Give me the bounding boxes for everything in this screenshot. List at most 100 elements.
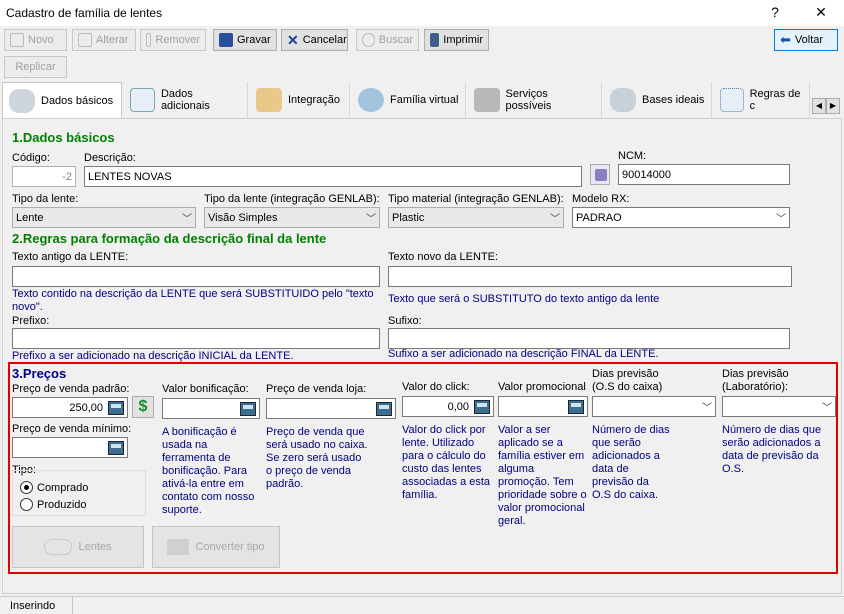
tab-scroll-right[interactable]: ▶: [826, 98, 840, 114]
dias-lab-hint: Número de dias que serão adicionados a d…: [722, 424, 822, 475]
tab-regras[interactable]: Regras de c: [714, 82, 810, 118]
valor-bonificacao-field[interactable]: [162, 398, 260, 419]
chevron-down-icon: ﹀: [366, 214, 376, 225]
section-dados-basicos-title: 1.Dados básicos: [12, 130, 115, 145]
cancel-x-icon: ✕: [287, 32, 299, 48]
close-button[interactable]: ✕: [806, 4, 836, 21]
save-icon: [219, 33, 233, 47]
radio-produzido[interactable]: Produzido: [20, 498, 87, 511]
valor-bonificacao-label: Valor bonificação:: [162, 383, 249, 395]
modelo-label: Modelo RX:: [572, 193, 630, 205]
sufixo-hint: Sufixo a ser adicionado na descrição FIN…: [388, 348, 659, 360]
tipo-lente-select[interactable]: Lente ﹀: [12, 207, 196, 228]
title-bar: Cadastro de família de lentes ? ✕: [0, 0, 844, 26]
tab-integracao[interactable]: Integração: [250, 82, 350, 118]
buscar-button[interactable]: Buscar: [356, 29, 419, 51]
remover-button[interactable]: Remover: [140, 29, 206, 51]
tipo-genlab-select[interactable]: Visão Simples ﹀: [204, 207, 380, 228]
descricao-field[interactable]: LENTES NOVAS: [84, 166, 582, 187]
dias-lab-label-1: Dias previsão: [722, 368, 789, 380]
imprimir-button[interactable]: Imprimir: [424, 29, 489, 51]
codigo-field[interactable]: -2: [12, 166, 76, 187]
new-doc-icon: [10, 33, 24, 47]
sufixo-field[interactable]: [388, 328, 790, 349]
chevron-down-icon: ﹀: [550, 214, 560, 225]
valor-promocional-hint: Valor a ser aplicado se a família estive…: [498, 424, 587, 527]
dias-caixa-label-1: Dias previsão: [592, 368, 659, 380]
texto-novo-field[interactable]: [388, 266, 792, 287]
dias-caixa-hint: Número de dias que serão adicionados a d…: [592, 424, 670, 501]
valor-promocional-field[interactable]: [498, 396, 588, 417]
texto-antigo-label: Texto antigo da LENTE:: [12, 251, 129, 263]
preco-venda-loja-label: Preço de venda loja:: [266, 383, 367, 395]
modelo-select[interactable]: PADRAO ﹀: [572, 207, 790, 228]
dias-lab-select[interactable]: ﹀: [722, 396, 836, 417]
preco-venda-loja-field[interactable]: [266, 398, 396, 419]
prefixo-field[interactable]: [12, 328, 380, 349]
texto-antigo-hint: Texto contido na descrição da LENTE que …: [12, 288, 374, 313]
calculator-icon[interactable]: [376, 402, 392, 416]
translate-button[interactable]: [590, 164, 610, 185]
radio-comprado[interactable]: Comprado: [20, 481, 88, 494]
converter-tipo-button[interactable]: Converter tipo: [152, 526, 280, 568]
back-arrow-icon: ⬅: [780, 32, 791, 47]
calculator-icon[interactable]: [474, 400, 490, 414]
tab-servicos-possiveis[interactable]: Serviços possíveis: [468, 82, 602, 118]
tab-bases-ideais[interactable]: Bases ideais: [604, 82, 712, 118]
preco-venda-minimo-label: Preço de venda mínimo:: [12, 423, 132, 435]
printer-icon: [430, 33, 440, 47]
material-select[interactable]: Plastic ﹀: [388, 207, 564, 228]
calculator-icon[interactable]: [108, 401, 124, 415]
texto-novo-hint: Texto que será o SUBSTITUTO do texto ant…: [388, 293, 660, 305]
texto-antigo-field[interactable]: [12, 266, 380, 287]
eye-icon: [358, 88, 384, 112]
sufixo-label: Sufixo:: [388, 315, 422, 327]
preco-venda-minimo-field[interactable]: [12, 437, 128, 458]
valor-click-hint: Valor do click por lente. Utilizado para…: [402, 424, 491, 501]
preco-venda-loja-hint: Preço de venda que será usado no caixa. …: [266, 426, 368, 490]
tablet-icon: [9, 89, 35, 113]
ncm-label: NCM:: [618, 150, 647, 162]
radio-unchecked-icon: [20, 498, 33, 511]
checklist-icon: [130, 88, 155, 112]
dollar-icon: $: [138, 398, 148, 415]
calculator-icon[interactable]: [240, 402, 256, 416]
lens-icon: [44, 539, 73, 555]
chevron-down-icon: ﹀: [822, 403, 832, 414]
tipo-lente-label: Tipo da lente:: [12, 193, 79, 205]
lens-icon: [610, 88, 636, 112]
chevron-down-icon: ﹀: [776, 214, 786, 225]
currency-button[interactable]: $: [132, 396, 154, 418]
tab-scroll-left[interactable]: ◀: [812, 98, 826, 114]
chevron-down-icon: ﹀: [182, 214, 192, 225]
lentes-button[interactable]: Lentes: [12, 526, 144, 568]
chevron-down-icon: ﹀: [702, 403, 712, 414]
codigo-label: Código:: [12, 152, 50, 164]
prefixo-label: Prefixo:: [12, 315, 50, 327]
preco-venda-padrao-field[interactable]: 250,00: [12, 397, 128, 418]
valor-bonificacao-hint: A bonificação é usada na ferramenta de b…: [162, 426, 255, 516]
tab-familia-virtual[interactable]: Família virtual: [352, 82, 466, 118]
calculator-icon[interactable]: [108, 441, 124, 455]
tipo-genlab-label: Tipo da lente (integração GENLAB):: [204, 193, 380, 205]
ncm-field[interactable]: 90014000: [618, 164, 790, 185]
valor-click-field[interactable]: 0,00: [402, 396, 494, 417]
dots-icon: [720, 88, 744, 112]
status-text: Inserindo: [10, 600, 56, 612]
gravar-button[interactable]: Gravar: [213, 29, 277, 51]
novo-button[interactable]: Novo: [4, 29, 67, 51]
valor-promocional-label: Valor promocional: [498, 381, 586, 393]
dias-lab-label-2: (Laboratório):: [722, 381, 789, 393]
calculator-icon[interactable]: [568, 400, 584, 414]
handshake-icon: [256, 88, 282, 112]
voltar-button[interactable]: ⬅ Voltar: [774, 29, 838, 51]
trash-icon: [146, 33, 152, 47]
cancelar-button[interactable]: ✕ Cancelar: [281, 29, 348, 51]
alterar-button[interactable]: Alterar: [72, 29, 136, 51]
tab-dados-adicionais[interactable]: Dados adicionais: [124, 82, 248, 118]
replicar-button[interactable]: Replicar: [4, 56, 67, 78]
help-button[interactable]: ?: [760, 4, 790, 20]
dias-caixa-select[interactable]: ﹀: [592, 396, 716, 417]
search-icon: [362, 33, 375, 47]
tab-dados-basicos[interactable]: Dados básicos: [2, 82, 122, 119]
